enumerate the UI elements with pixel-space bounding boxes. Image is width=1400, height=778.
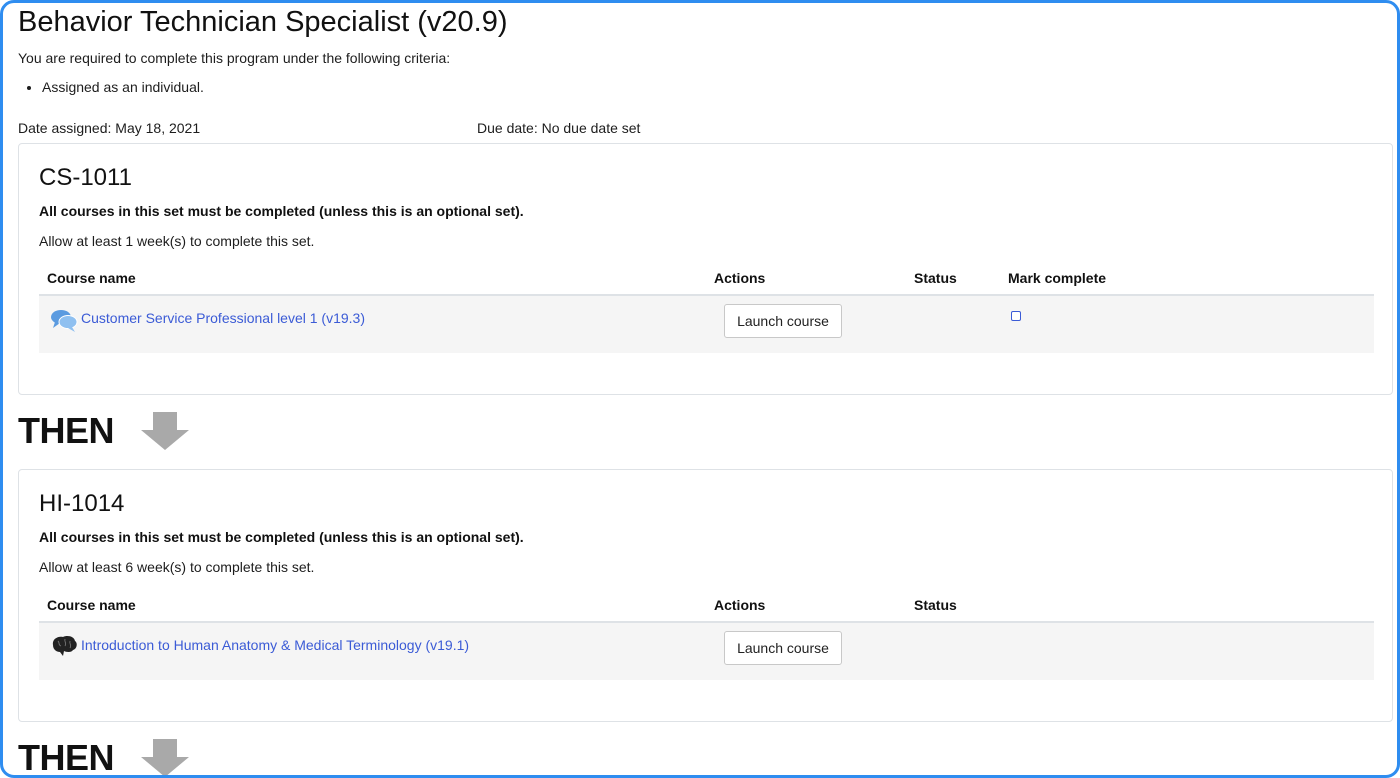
then-label: THEN: [18, 737, 115, 778]
col-course-name: Course name: [47, 270, 136, 286]
program-title: Behavior Technician Specialist (v20.9): [18, 6, 508, 38]
set-allow-time: Allow at least 1 week(s) to complete thi…: [39, 233, 315, 249]
launch-course-button[interactable]: Launch course: [724, 631, 842, 665]
then-label: THEN: [18, 410, 115, 451]
set-title: HI-1014: [39, 490, 125, 517]
criteria-list: Assigned as an individual.: [18, 79, 204, 95]
set-requirement: All courses in this set must be complete…: [39, 529, 524, 545]
then-separator: THEN: [18, 410, 318, 460]
set-title: CS-1011: [39, 164, 132, 191]
arrow-down-icon: [141, 412, 189, 450]
course-table: Course name Actions Status Mark complete…: [39, 264, 1374, 353]
col-actions: Actions: [714, 597, 766, 613]
course-set-hi-1014: HI-1014 All courses in this set must be …: [18, 469, 1393, 722]
col-status: Status: [914, 597, 957, 613]
set-allow-time: Allow at least 6 week(s) to complete thi…: [39, 559, 315, 575]
criteria-intro: You are required to complete this progra…: [18, 50, 451, 66]
date-assigned: Date assigned: May 18, 2021: [18, 120, 201, 136]
course-set-cs-1011: CS-1011 All courses in this set must be …: [18, 143, 1393, 395]
due-date: Due date: No due date set: [477, 120, 641, 136]
program-dates: Date assigned: May 18, 2021 Due date: No…: [18, 120, 818, 138]
criteria-item: Assigned as an individual.: [42, 79, 204, 95]
course-link[interactable]: Customer Service Professional level 1 (v…: [81, 310, 365, 326]
mark-complete-checkbox[interactable]: [1011, 311, 1021, 321]
course-table: Course name Actions Status Introduction …: [39, 591, 1374, 680]
table-row: Customer Service Professional level 1 (v…: [39, 296, 1374, 353]
course-link[interactable]: Introduction to Human Anatomy & Medical …: [81, 637, 469, 653]
window-frame: Behavior Technician Specialist (v20.9) Y…: [0, 0, 1400, 778]
arrow-down-icon: [141, 739, 189, 775]
table-row: Introduction to Human Anatomy & Medical …: [39, 623, 1374, 680]
then-separator: THEN: [18, 737, 318, 778]
brain-icon: [52, 636, 77, 656]
col-status: Status: [914, 270, 957, 286]
speech-bubbles-icon: [51, 310, 78, 332]
col-course-name: Course name: [47, 597, 136, 613]
table-header: Course name Actions Status: [39, 591, 1374, 623]
set-requirement: All courses in this set must be complete…: [39, 203, 524, 219]
launch-course-button[interactable]: Launch course: [724, 304, 842, 338]
table-header: Course name Actions Status Mark complete: [39, 264, 1374, 296]
col-mark-complete: Mark complete: [1008, 270, 1107, 286]
col-actions: Actions: [714, 270, 766, 286]
